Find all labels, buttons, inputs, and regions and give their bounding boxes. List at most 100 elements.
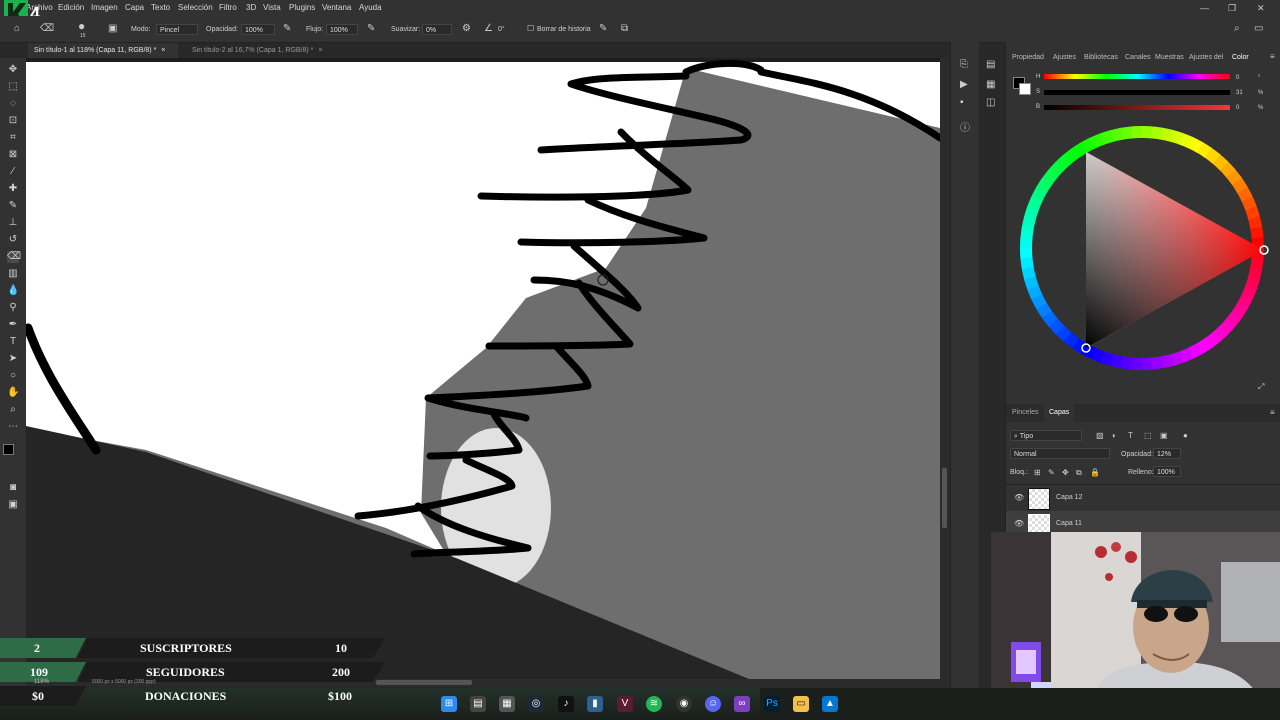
lasso-tool-icon[interactable]: ◌: [7, 98, 19, 110]
steam-icon[interactable]: ◎: [528, 696, 544, 712]
filter-shape-icon[interactable]: ⬚: [1144, 431, 1152, 441]
menu-filtro[interactable]: Filtro: [219, 3, 237, 12]
hue-slider[interactable]: [1044, 74, 1230, 79]
minimize-icon[interactable]: —: [1200, 3, 1209, 13]
filter-pixel-icon[interactable]: ▨: [1096, 431, 1104, 441]
menu-ventana[interactable]: Ventana: [322, 3, 351, 12]
menu-seleccion[interactable]: Selección: [178, 3, 213, 12]
lock-all-icon[interactable]: 🔒: [1090, 468, 1100, 478]
saturation-value[interactable]: 31: [1236, 90, 1243, 96]
close-window-icon[interactable]: ✕: [1257, 3, 1265, 14]
github-icon[interactable]: ◉: [676, 696, 692, 712]
grid-icon[interactable]: ▦: [986, 80, 995, 90]
frame-tool-icon[interactable]: ⊠: [7, 149, 19, 161]
tab-brushes[interactable]: Pinceles: [1012, 409, 1038, 416]
hue-value[interactable]: 0: [1236, 75, 1239, 81]
layer-name[interactable]: Capa 12: [1056, 494, 1082, 501]
discord-icon[interactable]: ☺: [705, 696, 721, 712]
tab-document-2[interactable]: Sin título-2 al 16,7% (Capa 1, RGB/8) * …: [186, 43, 336, 58]
maximize-icon[interactable]: ❐: [1228, 3, 1236, 14]
spotify-icon[interactable]: ≋: [646, 696, 662, 712]
comments-icon[interactable]: ▪: [960, 98, 964, 108]
stamp-tool-icon[interactable]: ⊥: [7, 217, 19, 229]
eraser-icon[interactable]: ⌫: [40, 24, 54, 34]
screen-mode-icon[interactable]: ▣: [7, 499, 19, 511]
tiktok-icon[interactable]: ♪: [558, 696, 574, 712]
azure-icon[interactable]: ▲: [822, 696, 838, 712]
layers-menu-icon[interactable]: ≡: [1270, 408, 1275, 417]
layer-opacity-field[interactable]: 12%: [1153, 448, 1181, 459]
foreground-color-swatch[interactable]: [3, 444, 14, 455]
menu-edicion[interactable]: Edición: [58, 3, 84, 12]
menu-ayuda[interactable]: Ayuda: [359, 3, 382, 12]
home-icon[interactable]: ⌂: [14, 24, 20, 34]
menu-texto[interactable]: Texto: [151, 3, 170, 12]
lock-artboard-icon[interactable]: ⧉: [1076, 468, 1082, 478]
healing-tool-icon[interactable]: ✚: [7, 183, 19, 195]
app-icon[interactable]: ▮: [587, 696, 603, 712]
pressure-opacity-icon[interactable]: ✎: [283, 24, 291, 34]
tab-document-1[interactable]: Sin título-1 al 118% (Capa 11, RGB/8) * …: [28, 43, 178, 58]
pressure-size-icon[interactable]: ✎: [599, 24, 607, 34]
horizontal-scroll-thumb[interactable]: [376, 680, 472, 685]
expand-icon[interactable]: ⤢: [1258, 382, 1264, 392]
drawing-canvas[interactable]: [26, 58, 940, 686]
angle-value[interactable]: 0°: [498, 26, 505, 33]
menu-imagen[interactable]: Imagen: [91, 3, 118, 12]
search-icon[interactable]: ⌕: [1234, 24, 1240, 34]
path-select-tool-icon[interactable]: ➤: [7, 353, 19, 365]
color-wheel[interactable]: [1014, 120, 1270, 376]
tab-adjustments[interactable]: Ajustes: [1053, 54, 1076, 61]
pen-tool-icon[interactable]: ✒: [7, 319, 19, 331]
filter-type-icon[interactable]: T: [1128, 431, 1133, 441]
vegas-icon[interactable]: V: [617, 696, 633, 712]
vertical-scroll-thumb[interactable]: [942, 468, 947, 528]
history-panel-icon[interactable]: ⎘: [960, 60, 968, 70]
visual-studio-icon[interactable]: ∞: [734, 696, 750, 712]
tab-properties[interactable]: Propiedad: [1012, 54, 1044, 61]
history-checkbox[interactable]: ☐: [527, 24, 534, 34]
fill-field[interactable]: 100%: [1153, 466, 1181, 477]
more-tools-icon[interactable]: ⋯: [7, 421, 19, 433]
brush-tool-icon[interactable]: ✎: [7, 200, 19, 212]
zoom-tool-icon[interactable]: ⌕: [7, 404, 19, 416]
filter-toggle-icon[interactable]: ●: [1183, 431, 1188, 441]
menu-plugins[interactable]: Plugins: [289, 3, 315, 12]
brightness-value[interactable]: 0: [1236, 105, 1239, 111]
mode-select[interactable]: Pincel: [156, 24, 198, 35]
actions-play-icon[interactable]: ▶: [960, 80, 968, 90]
file-icon[interactable]: ▤: [470, 696, 486, 712]
visibility-eye-icon[interactable]: 👁: [1014, 493, 1024, 502]
flow-field[interactable]: 100%: [326, 24, 358, 35]
canvas[interactable]: [26, 58, 940, 686]
history-brush-tool-icon[interactable]: ↺: [7, 234, 19, 246]
swatches-icon[interactable]: ▤: [986, 60, 995, 70]
lock-pixels-icon[interactable]: ⊞: [1034, 468, 1041, 478]
shape-tool-icon[interactable]: ○: [7, 370, 19, 382]
symmetry-icon[interactable]: ⧉: [621, 24, 628, 34]
menu-vista[interactable]: Vista: [263, 3, 281, 12]
color-panel-background-swatch[interactable]: [1019, 83, 1031, 95]
quick-mask-icon[interactable]: ◙: [7, 482, 19, 494]
smooth-field[interactable]: 0%: [422, 24, 452, 35]
move-tool-icon[interactable]: ✥: [7, 64, 19, 76]
gradient-tool-icon[interactable]: ▥: [7, 268, 19, 280]
saturation-slider[interactable]: [1044, 90, 1230, 95]
store-icon[interactable]: ▦: [499, 696, 515, 712]
vertical-scrollbar[interactable]: [940, 58, 950, 688]
zoom-level[interactable]: 118%: [34, 679, 49, 685]
crop-tool-icon[interactable]: ⌗: [7, 132, 19, 144]
blur-tool-icon[interactable]: 💧: [7, 285, 19, 297]
folder-icon[interactable]: ▭: [793, 696, 809, 712]
tab-color[interactable]: Color: [1232, 54, 1249, 61]
dodge-tool-icon[interactable]: ⚲: [7, 302, 19, 314]
type-tool-icon[interactable]: T: [7, 336, 19, 348]
tab-presets[interactable]: Ajustes del: [1189, 54, 1223, 61]
layer-row[interactable]: 👁 Capa 12: [1006, 484, 1280, 511]
eyedropper-tool-icon[interactable]: ⁄: [7, 166, 19, 178]
info-icon[interactable]: ⓘ: [960, 124, 970, 134]
tab-close-icon[interactable]: ×: [318, 47, 322, 54]
windows-icon[interactable]: ⊞: [441, 696, 457, 712]
opacity-field[interactable]: 100%: [241, 24, 275, 35]
visibility-eye-icon[interactable]: 👁: [1014, 519, 1024, 528]
